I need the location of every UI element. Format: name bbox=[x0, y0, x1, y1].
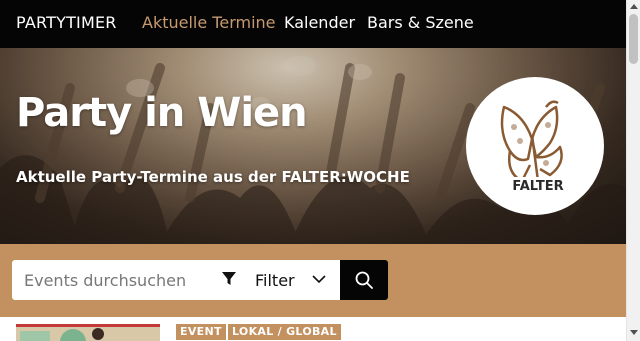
nav-link-aktuelle-termine[interactable]: Aktuelle Termine bbox=[142, 13, 276, 32]
hero-subtitle: Aktuelle Party-Termine aus der FALTER:WO… bbox=[16, 168, 410, 186]
search-bar: Filter bbox=[0, 244, 626, 317]
top-navigation: PARTYTIMER Aktuelle Termine Kalender Bar… bbox=[0, 0, 626, 48]
event-thumbnail[interactable] bbox=[16, 324, 160, 341]
scroll-up-icon[interactable] bbox=[630, 4, 638, 9]
search-icon bbox=[355, 271, 373, 289]
thumbnail-shape bbox=[92, 328, 104, 340]
scroll-down-icon[interactable] bbox=[630, 330, 638, 335]
hero-banner: Party in Wien Aktuelle Party-Termine aus… bbox=[0, 48, 626, 244]
filter-dropdown[interactable]: Filter bbox=[212, 260, 340, 300]
search-button[interactable] bbox=[340, 260, 388, 300]
filter-label: Filter bbox=[255, 271, 295, 290]
nav-link-kalender[interactable]: Kalender bbox=[284, 13, 355, 32]
thumbnail-shape bbox=[60, 329, 86, 341]
thumbnail-shape bbox=[20, 331, 50, 341]
scrollbar-thumb[interactable] bbox=[629, 14, 638, 64]
falter-logo[interactable]: FALTER bbox=[466, 77, 604, 215]
page-title: Party in Wien bbox=[16, 90, 308, 136]
tag-lokal-global[interactable]: LOKAL / GLOBAL bbox=[228, 324, 341, 340]
brand-logo[interactable]: PARTYTIMER bbox=[16, 13, 117, 32]
chevron-down-icon bbox=[312, 275, 326, 284]
falter-butterfly-icon: FALTER bbox=[500, 100, 564, 194]
search-input[interactable] bbox=[12, 260, 212, 300]
tag-event[interactable]: EVENT bbox=[176, 324, 226, 340]
scrollbar[interactable] bbox=[626, 0, 640, 341]
falter-logo-text: FALTER bbox=[512, 179, 563, 194]
funnel-icon bbox=[222, 272, 236, 285]
nav-link-bars-szene[interactable]: Bars & Szene bbox=[367, 13, 474, 32]
